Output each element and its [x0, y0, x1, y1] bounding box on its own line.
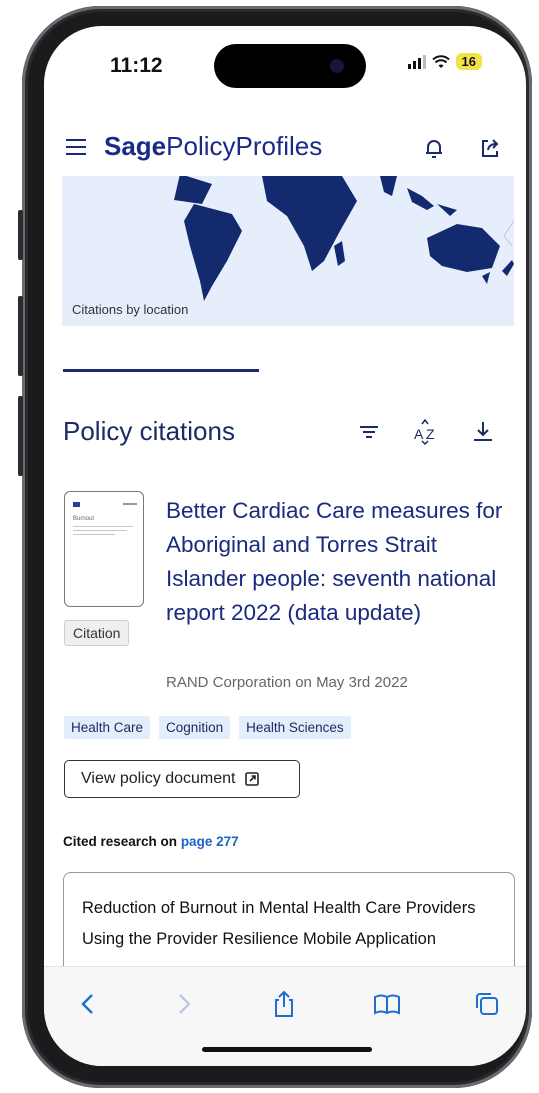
logo-light: PolicyProfiles: [166, 131, 323, 161]
cited-page-link[interactable]: page 277: [181, 834, 239, 849]
cited-prefix: Cited research on: [63, 834, 178, 849]
thumb-line: [123, 503, 137, 505]
document-thumbnail[interactable]: Burnout: [64, 491, 144, 607]
view-policy-document-button[interactable]: View policy document: [64, 760, 300, 798]
side-button-volume-up: [18, 296, 23, 376]
thumb-text-line: [73, 530, 127, 531]
tag-chip[interactable]: Cognition: [159, 716, 231, 739]
status-time: 11:12: [110, 54, 163, 77]
browser-toolbar: [44, 966, 526, 1066]
signal-icon: [407, 54, 426, 69]
svg-text:A: A: [414, 426, 424, 442]
download-icon[interactable]: [470, 419, 496, 445]
side-button-volume-down: [18, 396, 23, 476]
citation-meta: RAND Corporation on May 3rd 2022: [166, 674, 408, 691]
external-link-icon: [245, 772, 260, 786]
thumb-text-line: [73, 526, 133, 527]
cited-research-line: Cited research on page 277: [63, 834, 239, 849]
citations-map[interactable]: Citations by location: [62, 176, 514, 326]
view-button-label: View policy document: [81, 770, 236, 787]
tag-list: Health Care Cognition Health Sciences: [64, 716, 351, 739]
back-icon[interactable]: [74, 989, 104, 1019]
active-tab-indicator: [63, 369, 259, 372]
bookmarks-icon[interactable]: [372, 989, 402, 1019]
research-card-title: Reduction of Burnout in Mental Health Ca…: [82, 899, 476, 948]
home-indicator: [202, 1047, 372, 1052]
tag-chip[interactable]: Health Sciences: [239, 716, 351, 739]
bell-icon[interactable]: [422, 136, 446, 160]
citation-title[interactable]: Better Cardiac Care measures for Aborigi…: [166, 494, 518, 630]
tabs-icon[interactable]: [472, 989, 502, 1019]
menu-icon[interactable]: [66, 139, 86, 155]
map-caption: Citations by location: [72, 302, 189, 317]
forward-icon[interactable]: [168, 989, 198, 1019]
wifi-icon: [431, 54, 450, 68]
thumb-text-line: [73, 534, 115, 535]
share-sheet-icon[interactable]: [269, 989, 299, 1019]
side-button-action: [18, 210, 23, 260]
app-logo[interactable]: SagePolicyProfiles: [104, 131, 322, 162]
dynamic-island: [214, 44, 366, 88]
logo-bold: Sage: [104, 131, 167, 161]
svg-text:Z: Z: [426, 426, 435, 442]
section-title: Policy citations: [63, 416, 235, 446]
status-icons: 16: [407, 53, 482, 70]
screen: 11:12 16 SagePolicyProfiles Citations by…: [44, 26, 526, 1066]
camera-dot: [330, 59, 344, 73]
tag-chip[interactable]: Health Care: [64, 716, 151, 739]
filter-icon[interactable]: [356, 419, 382, 445]
app-header: SagePolicyProfiles: [44, 118, 526, 176]
thumb-word: Burnout: [73, 516, 95, 522]
citation-badge: Citation: [64, 620, 130, 646]
thumb-logo: [73, 502, 80, 507]
battery-indicator: 16: [455, 53, 482, 70]
share-icon[interactable]: [478, 136, 502, 160]
sort-az-icon[interactable]: A Z: [413, 419, 439, 445]
